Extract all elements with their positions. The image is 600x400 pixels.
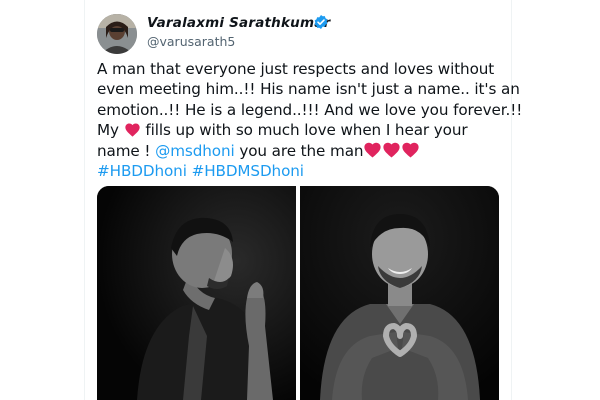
- mention-link[interactable]: @msdhoni: [155, 142, 235, 160]
- tweet-text-segment: name !: [97, 141, 156, 160]
- author-avatar[interactable]: [97, 14, 137, 54]
- hashtag-link[interactable]: #HBDDhoni: [97, 162, 187, 180]
- tweet-media-grid: [97, 186, 499, 400]
- media-photo[interactable]: [300, 186, 499, 400]
- red-heart-icon: [364, 142, 382, 158]
- tweet-text-line: emotion..!! He is a legend..!!! And we l…: [97, 100, 523, 119]
- author-display-name[interactable]: Varalaxmi Sarathkumar: [147, 15, 330, 31]
- tweet-text-segment: My: [97, 121, 124, 140]
- author-handle[interactable]: @varusarath5: [147, 34, 235, 49]
- photo-dhoni-side-profile: [97, 186, 296, 400]
- media-photo[interactable]: [97, 186, 296, 400]
- tweet-card: Varalaxmi Sarathkumar @varusarath5 A man…: [84, 0, 523, 400]
- tweet-text-line: A man that everyone just respects and lo…: [97, 60, 495, 78]
- tweet-text-line: name ! @msdhoni you are the man: [97, 141, 507, 161]
- red-heart-icon: [383, 142, 401, 158]
- hashtag-link[interactable]: #HBDMSDhoni: [192, 162, 304, 180]
- tweet-text: A man that everyone just respects and lo…: [97, 59, 523, 181]
- red-heart-icon: [402, 142, 420, 158]
- tweet-text-line: My fills up with so much love when I hea…: [97, 120, 507, 140]
- verified-badge-icon: [314, 15, 328, 29]
- tweet-text-segment: fills up with so much love when I hear y…: [140, 121, 468, 140]
- tweet-text-line: #HBDDhoni #HBDMSDhoni: [97, 161, 507, 181]
- photo-dhoni-heart-hands: [300, 186, 499, 400]
- tweet-text-segment: you are the man: [234, 141, 364, 160]
- tweet-text-line: even meeting him..!! His name isn't just…: [97, 80, 520, 99]
- red-heart-icon: [124, 123, 140, 137]
